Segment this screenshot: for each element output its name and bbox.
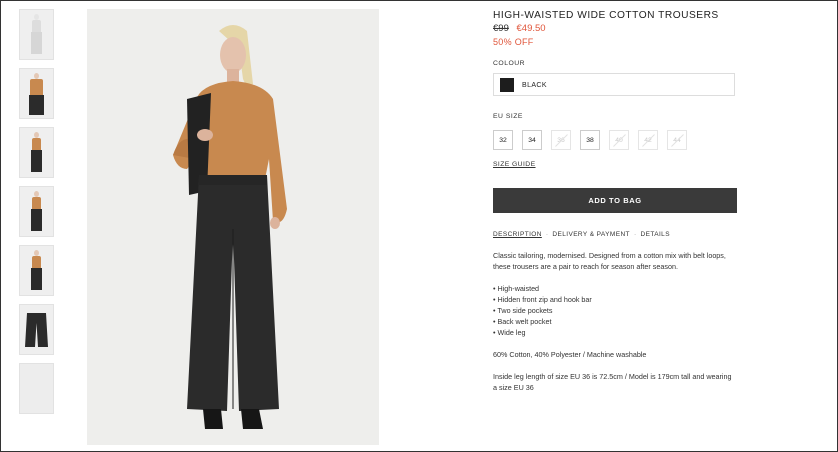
- feature-item: • Wide leg: [493, 328, 526, 337]
- feature-item: • Two side pockets: [493, 306, 553, 315]
- feature-list: • High-waisted • Hidden front zip and hoo…: [493, 283, 737, 338]
- selected-colour-name: BLACK: [522, 82, 547, 89]
- tab-separator: ·: [633, 231, 637, 238]
- thumbnail-4[interactable]: [19, 186, 54, 237]
- size-option-32[interactable]: 32: [493, 130, 513, 150]
- description-intro: Classic tailoring, modernised. Designed …: [493, 251, 726, 271]
- size-option-36: 36: [551, 130, 571, 150]
- product-title: HIGH-WAISTED WIDE COTTON TROUSERS: [493, 10, 719, 21]
- size-options: 32 34 36 38 40 42 44: [493, 130, 696, 150]
- size-option-42: 42: [638, 130, 658, 150]
- tab-description[interactable]: DESCRIPTION: [493, 231, 542, 238]
- info-tabs: DESCRIPTION · DELIVERY & PAYMENT · DETAILS: [493, 231, 670, 238]
- colour-label: COLOUR: [493, 60, 526, 67]
- tab-separator: ·: [545, 231, 549, 238]
- tab-delivery-payment[interactable]: DELIVERY & PAYMENT: [552, 231, 630, 238]
- thumbnail-1[interactable]: [19, 9, 54, 60]
- add-to-bag-button[interactable]: ADD TO BAG: [493, 188, 737, 213]
- colour-selector[interactable]: BLACK: [493, 73, 735, 96]
- feature-item: • Back welt pocket: [493, 317, 552, 326]
- size-guide-link[interactable]: SIZE GUIDE: [493, 161, 536, 168]
- thumbnail-7[interactable]: [19, 363, 54, 414]
- size-label: EU SIZE: [493, 113, 523, 120]
- price-row: €99 €49.50: [493, 23, 546, 34]
- feature-item: • Hidden front zip and hook bar: [493, 295, 592, 304]
- thumbnail-list: [19, 9, 54, 422]
- trousers-flat-icon: [25, 313, 48, 347]
- discount-label: 50% OFF: [493, 37, 534, 47]
- size-option-38[interactable]: 38: [580, 130, 600, 150]
- thumbnail-5[interactable]: [19, 245, 54, 296]
- fit-text: Inside leg length of size EU 36 is 72.5c…: [493, 372, 732, 392]
- thumbnail-6[interactable]: [19, 304, 54, 355]
- colour-swatch: [500, 78, 514, 92]
- tab-details[interactable]: DETAILS: [641, 231, 670, 238]
- size-option-44: 44: [667, 130, 687, 150]
- thumbnail-3[interactable]: [19, 127, 54, 178]
- composition-text: 60% Cotton, 40% Polyester / Machine wash…: [493, 350, 647, 359]
- feature-item: • High-waisted: [493, 284, 540, 293]
- sale-price: €49.50: [516, 23, 546, 34]
- product-description: Classic tailoring, modernised. Designed …: [493, 250, 737, 393]
- size-option-34[interactable]: 34: [522, 130, 542, 150]
- main-product-image: [87, 9, 379, 445]
- thumbnail-2[interactable]: [19, 68, 54, 119]
- size-option-40: 40: [609, 130, 629, 150]
- old-price: €99: [493, 23, 509, 34]
